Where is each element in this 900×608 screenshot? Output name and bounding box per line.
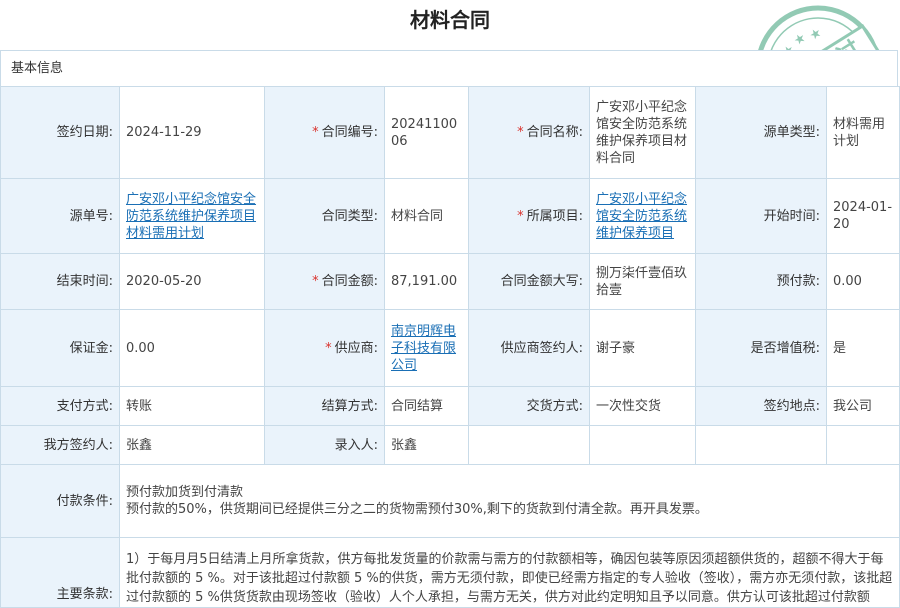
supplier-cell: 南京明辉电子科技有限公司 bbox=[384, 309, 469, 387]
required-mark: * bbox=[517, 125, 524, 140]
delivery-label: 交货方式: bbox=[468, 386, 590, 426]
entered-by-label: 录入人: bbox=[264, 425, 385, 465]
contract-no-value: 2024110006 bbox=[384, 86, 469, 179]
our-signer-label: 我方签约人: bbox=[0, 425, 120, 465]
prepayment-label: 预付款: bbox=[695, 253, 827, 310]
project-cell: 广安邓小平纪念馆安全防范系统维护保养项目 bbox=[589, 178, 696, 254]
required-mark: * bbox=[517, 208, 524, 224]
end-time-label: 结束时间: bbox=[0, 253, 120, 310]
sign-date-label: 签约日期: bbox=[0, 86, 120, 179]
source-no-label: 源单号: bbox=[0, 178, 120, 254]
contract-type-value: 材料合同 bbox=[384, 178, 469, 254]
amount-value: 87,191.00 bbox=[384, 253, 469, 310]
delivery-value: 一次性交货 bbox=[589, 386, 696, 426]
vat-value: 是 bbox=[826, 309, 900, 387]
deposit-value: 0.00 bbox=[119, 309, 265, 387]
deposit-label: 保证金: bbox=[0, 309, 120, 387]
entered-by-value: 张鑫 bbox=[384, 425, 469, 465]
source-type-label: 源单类型: bbox=[695, 86, 827, 179]
payment-terms-line1: 预付款加货到付清款 bbox=[126, 485, 244, 500]
main-terms-label: 主要条款: bbox=[0, 537, 120, 608]
page-title: 材料合同 bbox=[410, 8, 490, 32]
supplier-link[interactable]: 南京明辉电子科技有限公司 bbox=[391, 324, 456, 373]
payment-terms-line2: 预付款的50%，供货期间已经提供三分之二的货物需预付30%,剩下的货款到付清全款… bbox=[126, 502, 708, 517]
our-signer-value: 张鑫 bbox=[119, 425, 265, 465]
supplier-label: * 供应商: bbox=[264, 309, 385, 387]
payment-terms-value: 预付款加货到付清款 预付款的50%，供货期间已经提供三分之二的货物需预付30%,… bbox=[119, 464, 900, 538]
contract-form: 签约日期: 2024-11-29 * 合同编号: 2024110006 * 合同名称… bbox=[0, 86, 900, 608]
empty-cell bbox=[589, 425, 696, 465]
sign-place-value: 我公司 bbox=[826, 386, 900, 426]
required-mark: * bbox=[325, 340, 332, 356]
empty-cell bbox=[468, 425, 590, 465]
start-time-label: 开始时间: bbox=[695, 178, 827, 254]
sign-date-value: 2024-11-29 bbox=[119, 86, 265, 179]
end-time-value: 2020-05-20 bbox=[119, 253, 265, 310]
amount-upper-value: 捌万柒仟壹佰玖拾壹 bbox=[589, 253, 696, 310]
section-basic-info: 基本信息 bbox=[0, 50, 898, 87]
empty-cell bbox=[826, 425, 900, 465]
source-no-cell: 广安邓小平纪念馆安全防范系统维护保养项目材料需用计划 bbox=[119, 178, 265, 254]
amount-upper-label: 合同金额大写: bbox=[468, 253, 590, 310]
source-no-link[interactable]: 广安邓小平纪念馆安全防范系统维护保养项目材料需用计划 bbox=[126, 192, 256, 241]
vat-label: 是否增值税: bbox=[695, 309, 827, 387]
settlement-value: 合同结算 bbox=[384, 386, 469, 426]
payment-method-label: 支付方式: bbox=[0, 386, 120, 426]
payment-method-value: 转账 bbox=[119, 386, 265, 426]
supplier-signer-value: 谢子豪 bbox=[589, 309, 696, 387]
empty-cell bbox=[695, 425, 827, 465]
start-time-value: 2024-01-20 bbox=[826, 178, 900, 254]
required-mark: * bbox=[312, 274, 319, 289]
main-terms-value: 1）于每月月5日结清上月所拿货款，供方每批发货量的价款需与需方的付款额相等，确因… bbox=[119, 537, 900, 608]
project-label: * 所属项目: bbox=[468, 178, 590, 254]
supplier-signer-label: 供应商签约人: bbox=[468, 309, 590, 387]
required-mark: * bbox=[312, 125, 319, 140]
source-type-value: 材料需用计划 bbox=[826, 86, 900, 179]
contract-name-value: 广安邓小平纪念馆安全防范系统维护保养项目材料合同 bbox=[589, 86, 696, 179]
contract-type-label: 合同类型: bbox=[264, 178, 385, 254]
contract-no-label: * 合同编号: bbox=[264, 86, 385, 179]
amount-label: * 合同金额: bbox=[264, 253, 385, 310]
prepayment-value: 0.00 bbox=[826, 253, 900, 310]
settlement-label: 结算方式: bbox=[264, 386, 385, 426]
payment-terms-label: 付款条件: bbox=[0, 464, 120, 538]
contract-name-label: * 合同名称: bbox=[468, 86, 590, 179]
sign-place-label: 签约地点: bbox=[695, 386, 827, 426]
project-link[interactable]: 广安邓小平纪念馆安全防范系统维护保养项目 bbox=[596, 192, 687, 241]
